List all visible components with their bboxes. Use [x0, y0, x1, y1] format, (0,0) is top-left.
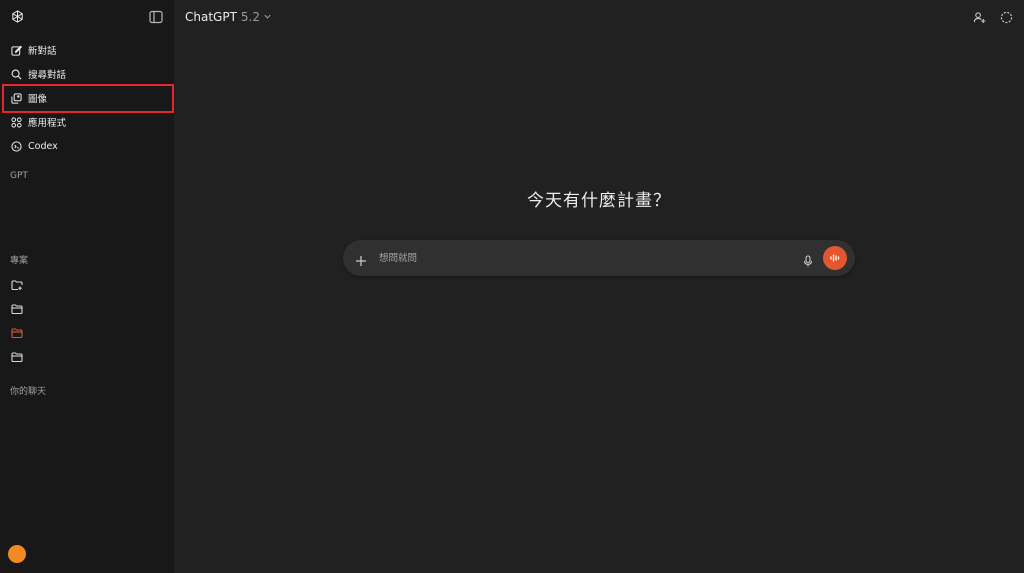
model-name: ChatGPT: [185, 9, 237, 24]
add-people-icon[interactable]: [973, 9, 986, 24]
nav-item-apps[interactable]: 應用程式: [4, 111, 170, 133]
edit-icon: [11, 45, 22, 56]
model-selector-button[interactable]: ChatGPT 5.2: [185, 8, 272, 25]
new-project-folder-icon[interactable]: [11, 276, 23, 291]
project-folder-active-icon[interactable]: [11, 324, 23, 339]
search-icon: [11, 69, 22, 80]
highlight-annotation-box: [2, 84, 174, 113]
project-folder-icon[interactable]: [11, 348, 23, 363]
app-window: 新對話 搜尋對話 圖像 應用程式 Codex GPT 專案 你的聊天 ChatG…: [0, 0, 1024, 573]
waveform-icon: [830, 254, 840, 262]
section-label-gpt: GPT: [10, 171, 28, 181]
prompt-input[interactable]: [377, 249, 777, 267]
project-folder-icon[interactable]: [11, 300, 23, 315]
nav-item-codex[interactable]: Codex: [4, 135, 170, 157]
voice-mode-button[interactable]: [823, 246, 847, 270]
model-version: 5.2: [240, 9, 261, 24]
section-label-your-chats: 你的聊天: [10, 387, 47, 397]
nav-item-search-chats[interactable]: 搜尋對話: [4, 63, 170, 85]
sidebar-header: [0, 0, 174, 32]
nav-item-label: 新對話: [28, 46, 57, 57]
section-label-projects: 專案: [10, 256, 29, 266]
toggle-sidebar-icon[interactable]: [149, 9, 163, 24]
nav-item-label: 應用程式: [28, 118, 67, 129]
avatar[interactable]: [8, 545, 26, 563]
sidebar: 新對話 搜尋對話 圖像 應用程式 Codex GPT 專案 你的聊天: [0, 0, 174, 573]
nav-item-label: Codex: [28, 140, 58, 152]
codex-icon: [11, 140, 22, 152]
apps-icon: [11, 116, 22, 128]
nav-item-new-chat[interactable]: 新對話: [4, 39, 170, 61]
temporary-chat-icon[interactable]: [1000, 9, 1013, 24]
microphone-icon[interactable]: [802, 252, 814, 267]
plus-icon[interactable]: [355, 252, 367, 266]
chevron-down-icon: [263, 12, 272, 21]
greeting-heading: 今天有什麼計畫？: [527, 191, 671, 211]
nav-item-label: 搜尋對話: [28, 70, 67, 81]
openai-logo-icon[interactable]: [10, 9, 25, 24]
composer: [343, 240, 855, 276]
